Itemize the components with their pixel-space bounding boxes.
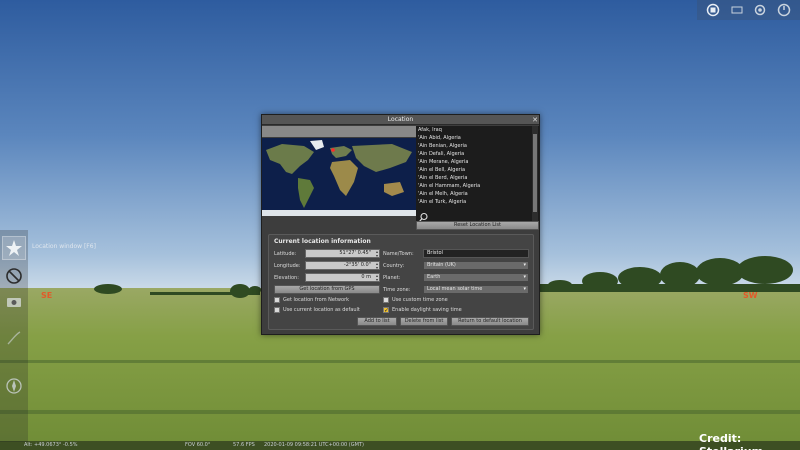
current-location-heading: Current location information — [274, 238, 371, 245]
time-zone-value: Local mean solar time — [427, 286, 483, 292]
name-town-field[interactable]: Bristol — [423, 249, 529, 258]
default-location-checkbox[interactable] — [274, 307, 280, 313]
status-datetime: 2020-01-09 09:58:21 UTC+00:00 (GMT) — [264, 442, 364, 448]
daylight-saving-checkbox[interactable]: ✓ — [383, 307, 389, 314]
time-zone-select[interactable]: Local mean solar time ▾ — [423, 285, 529, 294]
list-item[interactable]: 'Ain Defali, Algeria — [418, 150, 532, 158]
list-item[interactable]: Afak, Iraq — [418, 126, 532, 134]
cardinal-se-label: SE — [41, 291, 53, 300]
default-location-label: Use current location as default — [283, 307, 360, 313]
compass-icon[interactable] — [2, 374, 26, 398]
latitude-label: Latitude: — [274, 251, 297, 257]
chevron-down-icon[interactable]: ▾ — [523, 274, 526, 281]
status-fps: 57.6 FPS — [233, 442, 255, 448]
settings-icon[interactable] — [753, 3, 767, 17]
left-toolbar — [0, 230, 28, 442]
window-icon[interactable] — [706, 3, 720, 17]
chevron-down-icon[interactable]: ▾ — [523, 286, 526, 293]
planet-label: Planet: — [383, 275, 401, 281]
world-map[interactable] — [262, 138, 416, 216]
custom-time-zone-checkbox[interactable] — [383, 297, 389, 303]
city-list-scrollbar[interactable] — [532, 126, 538, 221]
longitude-label: Longitude: — [274, 263, 301, 269]
list-item[interactable]: 'Ain Abid, Algeria — [418, 134, 532, 142]
camera-icon[interactable] — [2, 290, 26, 314]
daylight-saving-label: Enable daylight saving time — [392, 307, 462, 313]
location-icon[interactable] — [2, 236, 26, 260]
spin-arrows-icon[interactable]: ▴ ▾ — [376, 250, 378, 258]
status-bar: Alt: +49.0673° -0.5% FOV 60.0° 57.6 FPS … — [0, 441, 800, 450]
get-location-gps-button[interactable]: Get location from GPS — [274, 285, 380, 294]
network-location-checkbox[interactable] — [274, 297, 280, 303]
cardinal-sw-label: SW — [743, 291, 758, 300]
elevation-value: 0 m — [361, 274, 371, 280]
add-to-list-button[interactable]: Add to list — [357, 317, 397, 326]
list-item[interactable]: 'Ain el Turk, Algeria — [418, 198, 532, 206]
list-item[interactable]: 'Ain Merane, Algeria — [418, 158, 532, 166]
close-icon[interactable]: ✕ — [531, 116, 539, 124]
delete-from-list-button[interactable]: Delete from list — [400, 317, 448, 326]
name-town-label: Name/Town: — [383, 251, 414, 257]
status-coordinates: Alt: +49.0673° -0.5% — [24, 442, 78, 448]
city-search-input[interactable] — [429, 209, 530, 218]
lens-icon[interactable] — [2, 264, 26, 288]
planet-select[interactable]: Earth ▾ — [423, 273, 529, 282]
latitude-value: 51°27' 0.45" — [339, 250, 371, 256]
elevation-spinbox[interactable]: 0 m ▴ ▾ — [305, 273, 380, 282]
country-select[interactable]: Britain (UK) ▾ — [423, 261, 529, 270]
spin-arrows-icon[interactable]: ▴ ▾ — [376, 274, 378, 282]
list-item[interactable]: 'Ain el Bell, Algeria — [418, 166, 532, 174]
location-marker — [331, 148, 335, 152]
chevron-down-icon[interactable]: ▾ — [523, 262, 526, 269]
list-item[interactable]: 'Ain Benian, Algeria — [418, 142, 532, 150]
window-titlebar[interactable]: Location ✕ — [262, 115, 539, 125]
window-title: Location — [387, 116, 414, 123]
list-item[interactable]: 'Ain el Melh, Algeria — [418, 190, 532, 198]
return-default-location-button[interactable]: Return to default location — [451, 317, 529, 326]
spin-arrows-icon[interactable]: ▴ ▾ — [376, 262, 378, 270]
scrollbar-thumb[interactable] — [533, 134, 537, 212]
longitude-spinbox[interactable]: -2°35' 0.0" ▴ ▾ — [305, 261, 380, 270]
planet-value: Earth — [427, 274, 441, 280]
network-location-label: Get location from Network — [283, 297, 350, 303]
reset-location-list-button[interactable]: Reset Location List — [416, 221, 539, 230]
search-icon — [418, 208, 429, 222]
status-fov: FOV 60.0° — [185, 442, 211, 448]
location-window: Location ✕ Afak, Iraq 'Ain Abid, Algeria… — [261, 114, 540, 335]
latitude-spinbox[interactable]: 51°27' 0.45" ▴ ▾ — [305, 249, 380, 258]
map-header — [262, 126, 416, 137]
location-window-tooltip: Location window [F6] — [32, 243, 96, 250]
top-toolbar — [697, 0, 800, 20]
list-item[interactable]: 'Ain el Hammam, Algeria — [418, 182, 532, 190]
city-list[interactable]: Afak, Iraq 'Ain Abid, Algeria 'Ain Benia… — [416, 126, 539, 221]
country-label: Country: — [383, 263, 405, 269]
credit-text: Credit: Stellarium — [699, 432, 763, 450]
elevation-label: Elevation: — [274, 275, 299, 281]
feather-icon[interactable] — [2, 326, 26, 350]
list-item[interactable]: 'Ain el Berd, Algeria — [418, 174, 532, 182]
minimize-icon[interactable] — [730, 3, 744, 17]
custom-time-zone-label: Use custom time zone — [392, 297, 448, 303]
country-value: Britain (UK) — [427, 262, 456, 268]
longitude-value: -2°35' 0.0" — [343, 262, 371, 268]
time-zone-label: Time zone: — [383, 287, 411, 293]
exit-icon[interactable] — [777, 3, 791, 17]
